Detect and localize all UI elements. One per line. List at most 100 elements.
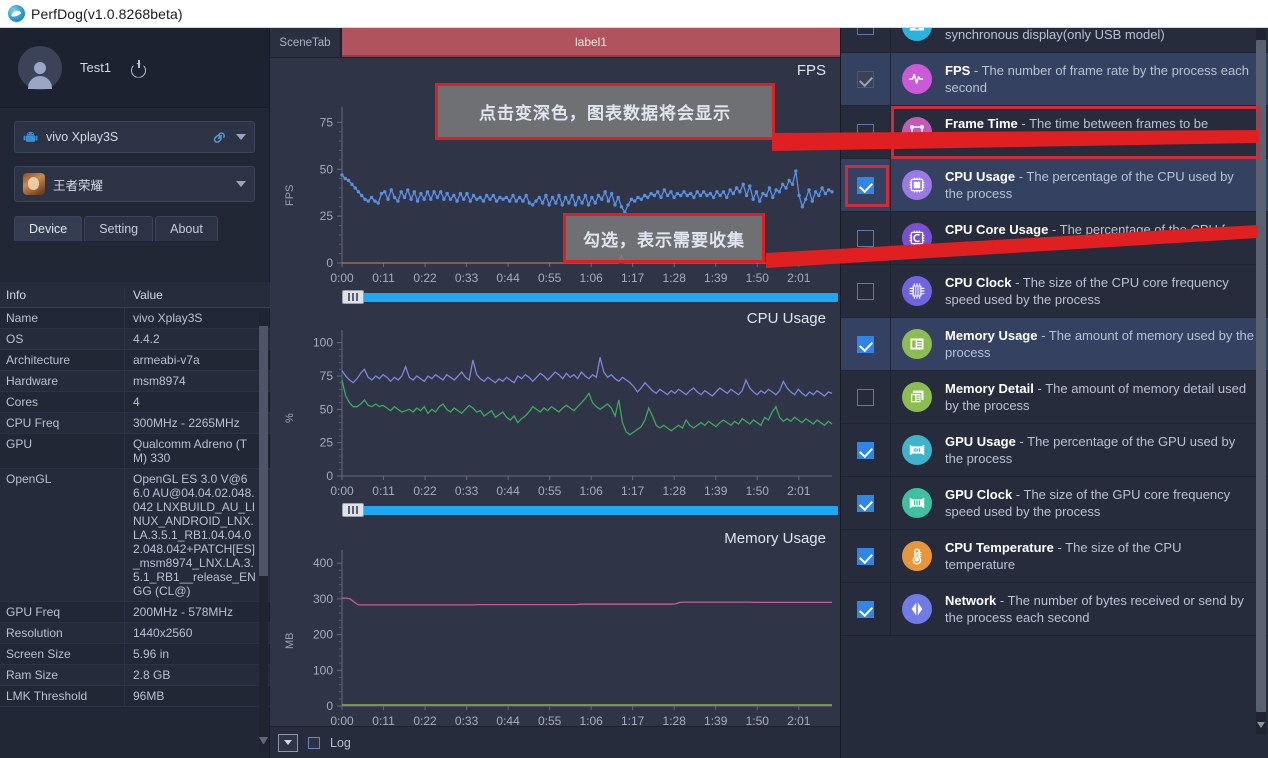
checkbox-icon[interactable] (857, 601, 874, 618)
svg-text:0:11: 0:11 (372, 484, 395, 498)
checkbox-icon[interactable] (857, 230, 874, 247)
metric-checkbox-fps[interactable] (841, 53, 891, 105)
svg-text:0:00: 0:00 (330, 484, 354, 498)
metric-icon-wrap (891, 371, 943, 423)
metric-icon-wrap (891, 53, 943, 105)
svg-text:1:17: 1:17 (621, 484, 645, 498)
metric-checkbox-gpu-usage[interactable] (841, 424, 891, 476)
table-row: OpenGLOpenGL ES 3.0 V@66.0 AU@04.04.02.0… (0, 469, 270, 602)
metric-checkbox-frame-time[interactable] (841, 106, 891, 158)
checkbox-icon[interactable] (857, 548, 874, 565)
svg-text:0:11: 0:11 (372, 271, 395, 285)
info-cell-label: OpenGL (0, 469, 125, 601)
svg-text:200: 200 (313, 628, 333, 642)
metric-row-gpu-usage[interactable]: GPU Usage - The percentage of the GPU us… (841, 424, 1268, 477)
app-select[interactable]: 王者荣耀 (14, 166, 255, 202)
svg-text:400: 400 (313, 556, 333, 570)
table-row: CPU Freq300MHz - 2265MHz (0, 413, 270, 434)
power-icon[interactable] (129, 59, 147, 77)
metric-checkbox-memory-detail[interactable] (841, 371, 891, 423)
checkbox-icon[interactable] (857, 177, 874, 194)
chart-timeline-scrollbar[interactable] (342, 293, 838, 302)
metrics-scroll-down-icon[interactable] (1257, 722, 1265, 728)
chevron-down-icon[interactable] (236, 134, 246, 140)
checkbox-icon[interactable] (857, 124, 874, 141)
svg-text:75: 75 (320, 369, 334, 383)
metric-row-network[interactable]: Network - The number of bytes received o… (841, 583, 1268, 636)
info-cell-label: OS (0, 329, 125, 349)
metric-icon-wrap (891, 424, 943, 476)
svg-text:0: 0 (326, 256, 333, 270)
info-cell-label: CPU Freq (0, 413, 125, 433)
metric-checkbox-cpu-clock[interactable] (841, 265, 891, 317)
svg-text:0:55: 0:55 (538, 484, 562, 498)
metrics-panel: ScreenShot - The mobile device same scre… (840, 0, 1268, 758)
svg-text:50: 50 (320, 162, 334, 176)
checkbox-icon[interactable] (857, 389, 874, 406)
metric-description: GPU Clock - The size of the GPU core fre… (943, 477, 1268, 529)
checkbox-icon[interactable] (857, 442, 874, 459)
metric-description: Memory Usage - The amount of memory used… (943, 318, 1268, 370)
metric-checkbox-cpu-usage[interactable] (841, 159, 891, 211)
label-tab[interactable]: label1 (342, 28, 840, 57)
svg-text:1:39: 1:39 (704, 484, 728, 498)
log-dropdown-toggle[interactable] (278, 734, 298, 752)
metric-checkbox-memory-usage[interactable] (841, 318, 891, 370)
metric-icon-wrap (891, 477, 943, 529)
info-table-scrollbar-thumb[interactable] (259, 326, 268, 576)
svg-text:0:55: 0:55 (538, 271, 562, 285)
chart-series-line (342, 598, 832, 605)
metric-row-cpu-temperature[interactable]: CPU Temperature - The size of the CPU te… (841, 530, 1268, 583)
title-bar: PerfDog(v1.0.8268beta) (0, 0, 1268, 28)
metric-row-cpu-usage[interactable]: CPU Usage - The percentage of the CPU us… (841, 159, 1268, 212)
metric-name: CPU Clock (945, 275, 1011, 290)
chart-timeline-grip[interactable] (342, 290, 364, 304)
svg-text:1:17: 1:17 (621, 271, 645, 285)
chart-timeline-scrollbar[interactable] (342, 506, 838, 515)
svg-text:1:06: 1:06 (579, 271, 603, 285)
info-cell-value: 2.8 GB (125, 665, 270, 685)
metric-checkbox-cpu-core-usage[interactable] (841, 212, 891, 264)
table-row: Cores4 (0, 392, 270, 413)
tab-setting[interactable]: Setting (84, 216, 153, 241)
metric-row-memory-usage[interactable]: Memory Usage - The amount of memory used… (841, 318, 1268, 371)
metric-icon-wrap (891, 530, 943, 582)
device-select[interactable]: vivo Xplay3S (14, 121, 255, 153)
chart-plot: 02550751000:000:110:220:330:440:551:061:… (270, 306, 840, 526)
info-cell-label: Cores (0, 392, 125, 412)
metric-checkbox-cpu-temperature[interactable] (841, 530, 891, 582)
tab-device[interactable]: Device (14, 216, 82, 241)
svg-text:2:01: 2:01 (787, 484, 811, 498)
tab-about[interactable]: About (155, 216, 218, 241)
scroll-down-arrow-icon[interactable] (259, 737, 268, 746)
metric-desc-text: - The number of frame rate by the proces… (945, 63, 1249, 95)
chart-timeline-grip[interactable] (342, 503, 364, 517)
info-cell-label: Screen Size (0, 644, 125, 664)
svg-text:25: 25 (320, 209, 334, 223)
checkbox-icon[interactable] (857, 283, 874, 300)
metric-row-frame-time[interactable]: Frame Time - The time between frames to … (841, 106, 1268, 159)
metric-row-gpu-clock[interactable]: GPU Clock - The size of the GPU core fre… (841, 477, 1268, 530)
metric-row-cpu-clock[interactable]: CPU Clock - The size of the CPU core fre… (841, 265, 1268, 318)
metrics-scrollbar-thumb[interactable] (1256, 40, 1266, 712)
info-cell-value: Qualcomm Adreno (TM) 330 (125, 434, 270, 468)
metric-checkbox-gpu-clock[interactable] (841, 477, 891, 529)
chevron-down-icon[interactable] (236, 181, 246, 187)
metric-row-memory-detail[interactable]: Memory Detail - The amount of memory det… (841, 371, 1268, 424)
usb-link-icon[interactable] (212, 129, 228, 145)
metric-checkbox-network[interactable] (841, 583, 891, 635)
metric-icon-wrap (891, 583, 943, 635)
metric-row-cpu-core-usage[interactable]: CPU Core Usage - The percentage of the C… (841, 212, 1268, 265)
user-name: Test1 (80, 60, 111, 75)
checkbox-icon[interactable] (857, 495, 874, 512)
checkbox-icon[interactable] (857, 336, 874, 353)
metric-row-fps[interactable]: FPS - The number of frame rate by the pr… (841, 53, 1268, 106)
checkbox-icon[interactable] (857, 71, 874, 88)
callout-note-2: 勾选，表示需要收集 (563, 213, 765, 263)
log-checkbox[interactable] (308, 737, 320, 749)
info-cell-label: Architecture (0, 350, 125, 370)
scene-tab[interactable]: SceneTab (270, 28, 342, 57)
svg-text:50: 50 (320, 402, 334, 416)
table-row: GPUQualcomm Adreno (TM) 330 (0, 434, 270, 469)
info-cell-label: Resolution (0, 623, 125, 643)
